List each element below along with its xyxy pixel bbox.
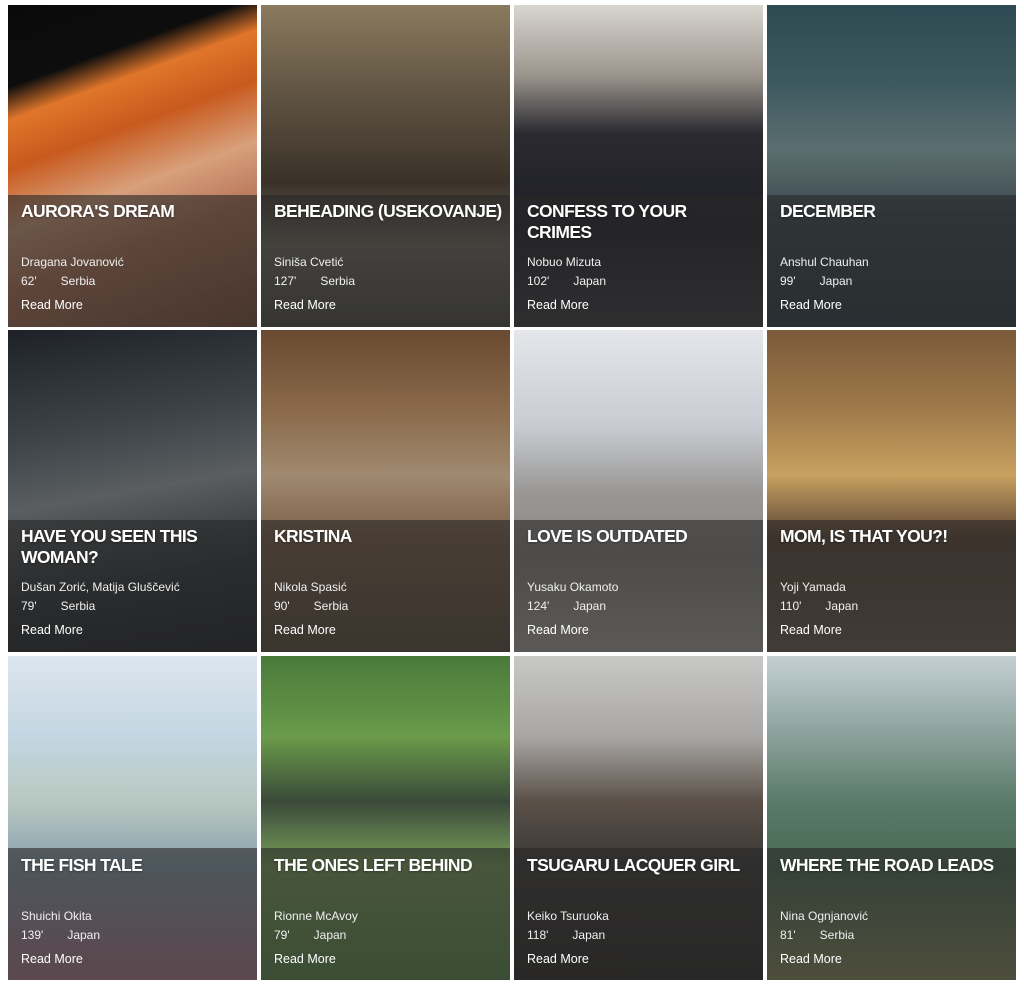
film-info: THE ONES LEFT BEHIND Rionne McAvoy 79' Ja… — [274, 656, 502, 980]
film-director: Dušan Zorić, Matija Gluščević — [21, 580, 180, 594]
read-more-link[interactable]: Read More — [274, 623, 336, 637]
film-card-the-ones-left-behind[interactable]: THE ONES LEFT BEHIND Rionne McAvoy 79' Ja… — [261, 656, 510, 980]
film-info: WHERE THE ROAD LEADS Nina Ognjanović 81'… — [780, 656, 1008, 980]
film-director: Keiko Tsuruoka — [527, 909, 609, 923]
film-duration: 139' — [21, 928, 44, 942]
film-grid: AURORA'S DREAM Dragana Jovanović 62' Serb… — [8, 5, 1016, 980]
film-card-the-fish-tale[interactable]: THE FISH TALE Shuichi Okita 139' Japan Re… — [8, 656, 257, 980]
film-card-december[interactable]: DECEMBER Anshul Chauhan 99' Japan Read Mo… — [767, 5, 1016, 327]
film-info: CONFESS TO YOUR CRIMES Nobuo Mizuta 102'… — [527, 5, 755, 327]
film-director: Dragana Jovanović — [21, 255, 124, 269]
film-info: AURORA'S DREAM Dragana Jovanović 62' Serb… — [21, 5, 249, 327]
film-country: Japan — [573, 599, 607, 613]
film-duration: 62' — [21, 274, 37, 288]
film-director: Nobuo Mizuta — [527, 255, 602, 269]
film-info: MOM, IS THAT YOU?! Yoji Yamada 110' Japan… — [780, 330, 1008, 652]
film-meta: 127' Serbia — [274, 274, 355, 288]
read-more-link[interactable]: Read More — [780, 298, 842, 312]
read-more-link[interactable]: Read More — [21, 623, 83, 637]
film-title[interactable]: DECEMBER — [780, 201, 1008, 222]
film-card-mom-is-that-you[interactable]: MOM, IS THAT YOU?! Yoji Yamada 110' Japan… — [767, 330, 1016, 652]
film-meta: 139' Japan — [21, 928, 100, 942]
film-duration: 99' — [780, 274, 796, 288]
film-title[interactable]: THE ONES LEFT BEHIND — [274, 855, 502, 876]
film-title[interactable]: CONFESS TO YOUR CRIMES — [527, 201, 755, 243]
film-title[interactable]: HAVE YOU SEEN THIS WOMAN? — [21, 526, 249, 568]
film-country: Serbia — [819, 928, 855, 942]
read-more-link[interactable]: Read More — [780, 623, 842, 637]
film-country: Serbia — [320, 274, 355, 288]
film-meta: 79' Serbia — [21, 599, 95, 613]
film-country: Japan — [573, 274, 607, 288]
film-meta: 62' Serbia — [21, 274, 95, 288]
film-director: Anshul Chauhan — [780, 255, 869, 269]
read-more-link[interactable]: Read More — [274, 298, 336, 312]
read-more-link[interactable]: Read More — [527, 623, 589, 637]
film-info: THE FISH TALE Shuichi Okita 139' Japan Re… — [21, 656, 249, 980]
film-country: Japan — [825, 599, 859, 613]
film-meta: 99' Japan — [780, 274, 852, 288]
film-country: Japan — [572, 928, 606, 942]
film-card-tsugaru-lacquer-girl[interactable]: TSUGARU LACQUER GIRL Keiko Tsuruoka 118'… — [514, 656, 763, 980]
film-info: BEHEADING (USEKOVANJE) Siniša Cvetić 127… — [274, 5, 502, 327]
film-director: Nikola Spasić — [274, 580, 347, 594]
film-card-confess-to-your-crimes[interactable]: CONFESS TO YOUR CRIMES Nobuo Mizuta 102'… — [514, 5, 763, 327]
film-card-have-you-seen-this-woman[interactable]: HAVE YOU SEEN THIS WOMAN? Dušan Zorić, M… — [8, 330, 257, 652]
film-country: Japan — [819, 274, 853, 288]
film-country: Serbia — [313, 599, 349, 613]
film-title[interactable]: KRISTINA — [274, 526, 502, 547]
film-country: Japan — [313, 928, 347, 942]
film-country: Serbia — [60, 274, 96, 288]
film-title[interactable]: MOM, IS THAT YOU?! — [780, 526, 1008, 547]
film-director: Rionne McAvoy — [274, 909, 358, 923]
film-meta: 118' Japan — [527, 928, 605, 942]
film-duration: 118' — [527, 928, 549, 942]
film-info: LOVE IS OUTDATED Yusaku Okamoto 124' Japa… — [527, 330, 755, 652]
film-duration: 124' — [527, 599, 550, 613]
read-more-link[interactable]: Read More — [527, 952, 589, 966]
film-country: Serbia — [60, 599, 96, 613]
film-title[interactable]: TSUGARU LACQUER GIRL — [527, 855, 755, 876]
film-info: HAVE YOU SEEN THIS WOMAN? Dušan Zorić, M… — [21, 330, 249, 652]
film-country: Japan — [67, 928, 101, 942]
read-more-link[interactable]: Read More — [21, 298, 83, 312]
film-info: KRISTINA Nikola Spasić 90' Serbia Read Mo… — [274, 330, 502, 652]
film-duration: 110' — [780, 599, 802, 613]
film-director: Nina Ognjanović — [780, 909, 869, 923]
film-card-love-is-outdated[interactable]: LOVE IS OUTDATED Yusaku Okamoto 124' Japa… — [514, 330, 763, 652]
film-info: TSUGARU LACQUER GIRL Keiko Tsuruoka 118'… — [527, 656, 755, 980]
film-director: Shuichi Okita — [21, 909, 92, 923]
film-director: Yusaku Okamoto — [527, 580, 619, 594]
film-meta: 110' Japan — [780, 599, 858, 613]
read-more-link[interactable]: Read More — [21, 952, 83, 966]
read-more-link[interactable]: Read More — [527, 298, 589, 312]
film-duration: 90' — [274, 599, 290, 613]
film-card-kristina[interactable]: KRISTINA Nikola Spasić 90' Serbia Read Mo… — [261, 330, 510, 652]
film-title[interactable]: AURORA'S DREAM — [21, 201, 249, 222]
film-meta: 90' Serbia — [274, 599, 348, 613]
film-card-beheading-usekovanje[interactable]: BEHEADING (USEKOVANJE) Siniša Cvetić 127… — [261, 5, 510, 327]
film-title[interactable]: LOVE IS OUTDATED — [527, 526, 755, 547]
read-more-link[interactable]: Read More — [274, 952, 336, 966]
film-duration: 79' — [274, 928, 290, 942]
film-duration: 102' — [527, 274, 550, 288]
film-meta: 79' Japan — [274, 928, 346, 942]
film-title[interactable]: BEHEADING (USEKOVANJE) — [274, 201, 502, 222]
film-meta: 81' Serbia — [780, 928, 854, 942]
film-duration: 79' — [21, 599, 37, 613]
film-duration: 127' — [274, 274, 297, 288]
read-more-link[interactable]: Read More — [780, 952, 842, 966]
film-meta: 102' Japan — [527, 274, 606, 288]
film-duration: 81' — [780, 928, 796, 942]
film-card-aurora-s-dream[interactable]: AURORA'S DREAM Dragana Jovanović 62' Serb… — [8, 5, 257, 327]
film-title[interactable]: THE FISH TALE — [21, 855, 249, 876]
film-director: Yoji Yamada — [780, 580, 846, 594]
film-director: Siniša Cvetić — [274, 255, 344, 269]
film-info: DECEMBER Anshul Chauhan 99' Japan Read Mo… — [780, 5, 1008, 327]
film-meta: 124' Japan — [527, 599, 606, 613]
film-title[interactable]: WHERE THE ROAD LEADS — [780, 855, 1008, 876]
film-card-where-the-road-leads[interactable]: WHERE THE ROAD LEADS Nina Ognjanović 81'… — [767, 656, 1016, 980]
